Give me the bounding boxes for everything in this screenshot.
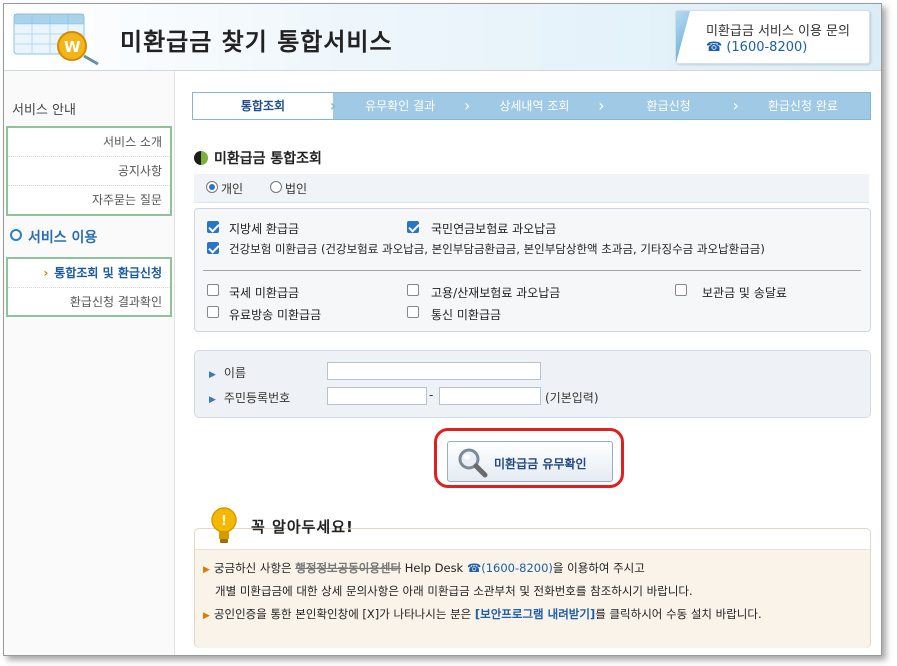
progress-steps: 통합조회 › 유무확인 결과 › 상세내역 조회 › 환급신청 › 환급신청 완료: [192, 92, 871, 120]
notice-line-detail: 개별 미환급금에 대한 상세 문의사항은 아래 미환급금 소관부처 및 전화번호…: [215, 584, 693, 598]
step-existence-result: 유무확인 결과 ›: [333, 93, 470, 119]
checkbox-national-pension[interactable]: [407, 221, 419, 233]
checkbox-deposit-fee-label[interactable]: 보관금 및 송달료: [702, 284, 787, 301]
notice-text: 를 클릭하시어 수동 설치 바랍니다.: [595, 607, 762, 621]
sidebar-section-service-info: 서비스 안내: [12, 103, 76, 118]
step-label: 상세내역 조회: [499, 99, 570, 113]
checkbox-paid-broadcast-label[interactable]: 유료방송 미환급금: [229, 306, 321, 323]
refund-type-checkbox-panel: 지방세 환급금 국민연금보험료 과오납금 건강보험 미환급금 (건강보험료 과오…: [194, 208, 871, 332]
notice-content: ▶ 궁금하신 사항은 행정정보공동이용센터 Help Desk ☎(1600-82…: [195, 549, 870, 648]
checkbox-divider: [203, 270, 861, 271]
spreadsheet-money-logo-icon: W: [13, 13, 99, 66]
rrn-label-text: 주민등록번호: [223, 391, 291, 405]
helpdesk-label: Help Desk: [404, 561, 464, 575]
checkbox-health-insurance-label[interactable]: 건강보험 미환급금 (건강보험료 과오납금, 본인부담금환급금, 본인부담상한액…: [229, 241, 765, 257]
sidebar-item-refund-result[interactable]: 환급신청 결과확인: [8, 288, 170, 316]
triangle-bullet-icon: ▶: [209, 395, 216, 405]
rrn-front-input[interactable]: [327, 387, 427, 405]
notice-text: 공인인증을 통한 본인확인창에 [X]가 나타나시는 분은: [213, 607, 472, 621]
name-label-text: 이름: [223, 366, 247, 380]
name-input[interactable]: [327, 362, 541, 380]
check-refund-button[interactable]: 미환급금 유무확인: [447, 441, 613, 482]
checkbox-deposit-fee[interactable]: [675, 284, 687, 296]
checkbox-national-pension-label[interactable]: 국민연금보험료 과오납금: [431, 220, 556, 237]
section-title-text: 미환급금 통합조회: [214, 151, 322, 167]
step-integrated-inquiry: 통합조회 ›: [193, 93, 336, 119]
notice-text: 궁금하신 사항은: [213, 561, 292, 575]
person-type-radio-group: 개인 법인: [194, 174, 869, 203]
identity-form-panel: ▶ 이름 ▶ 주민등록번호 - (기본입력): [194, 350, 871, 418]
magnifier-icon: [458, 448, 488, 478]
app-window: W 미환급금 찾기 통합서비스 미환급금 서비스 이용 문의 ☎ (1600-8…: [3, 3, 882, 656]
notice-line-security: ▶ 공인인증을 통한 본인확인창에 [X]가 나타나시는 분은 [보안프로그램 내…: [203, 606, 762, 622]
triangle-bullet-icon: ▶: [209, 370, 216, 380]
page-title: 미환급금 찾기 통합서비스: [120, 28, 393, 56]
checkbox-employment-insurance[interactable]: [407, 284, 419, 296]
sidebar-menu-info: 서비스 소개 공지사항 자주묻는 질문: [6, 126, 172, 216]
checkbox-telecom-label[interactable]: 통신 미환급금: [431, 306, 501, 323]
sidebar: 서비스 안내 서비스 소개 공지사항 자주묻는 질문 서비스 이용 › 통합조회 …: [4, 71, 175, 655]
step-detail-inquiry: 상세내역 조회 ›: [467, 93, 604, 119]
checkbox-telecom[interactable]: [407, 306, 419, 318]
checkbox-national-tax[interactable]: [207, 284, 219, 296]
contact-label: 미환급금 서비스 이용 문의: [706, 24, 850, 39]
check-refund-button-label: 미환급금 유무확인: [494, 457, 587, 471]
helpdesk-org-name: 행정정보공동이용센터: [295, 561, 402, 575]
step-label: 통합조회: [240, 99, 286, 113]
phone-icon: ☎: [466, 561, 482, 575]
radio-individual[interactable]: [206, 181, 218, 193]
rrn-dash: -: [429, 388, 434, 402]
radio-individual-label[interactable]: 개인: [221, 180, 243, 197]
svg-text:W: W: [64, 38, 81, 56]
radio-corporation[interactable]: [270, 181, 282, 193]
checkbox-health-insurance[interactable]: [207, 242, 219, 254]
header: W 미환급금 찾기 통합서비스 미환급금 서비스 이용 문의 ☎ (1600-8…: [4, 4, 881, 71]
notice-box: ▶ 궁금하신 사항은 행정정보공동이용센터 Help Desk ☎(1600-82…: [194, 528, 871, 648]
radio-corporation-label[interactable]: 법인: [285, 180, 307, 197]
checkbox-local-tax-label[interactable]: 지방세 환급금: [229, 220, 299, 237]
chevron-right-icon: ›: [43, 266, 49, 280]
sidebar-item-faq[interactable]: 자주묻는 질문: [8, 186, 170, 214]
notice-text: 을 이용하여 주시고: [552, 561, 645, 575]
contact-phone: ☎ (1600-8200): [706, 40, 808, 55]
security-program-download-link[interactable]: [보안프로그램 내려받기]: [475, 607, 595, 621]
step-label: 유무확인 결과: [365, 99, 436, 113]
circle-bullet-icon: [10, 229, 22, 241]
sidebar-section-label: 서비스 이용: [28, 230, 98, 246]
checkbox-national-tax-label[interactable]: 국세 미환급금: [229, 284, 299, 301]
svg-text:!: !: [221, 514, 227, 529]
section-title: 미환급금 통합조회: [194, 148, 322, 168]
notice-line-helpdesk: ▶ 궁금하신 사항은 행정정보공동이용센터 Help Desk ☎(1600-82…: [203, 560, 645, 576]
checkbox-employment-insurance-label[interactable]: 고용/산재보험료 과오납금: [431, 284, 560, 301]
step-label: 환급신청 완료: [767, 99, 838, 113]
rrn-label: ▶ 주민등록번호: [209, 389, 290, 406]
sidebar-section-service-use: 서비스 이용: [10, 227, 97, 247]
rrn-back-input[interactable]: [439, 387, 541, 405]
contact-info-box: 미환급금 서비스 이용 문의 ☎ (1600-8200): [675, 10, 870, 64]
rrn-hint: (기본입력): [545, 391, 599, 405]
checkbox-paid-broadcast[interactable]: [207, 306, 219, 318]
contact-stripe: [676, 11, 690, 63]
checkbox-local-tax[interactable]: [207, 221, 219, 233]
name-label: ▶ 이름: [209, 364, 246, 381]
sidebar-item-notice[interactable]: 공지사항: [8, 157, 170, 186]
triangle-bullet-icon: ▶: [203, 565, 210, 575]
sidebar-item-label: 통합조회 및 환급신청: [54, 266, 162, 280]
half-circle-bullet-icon: [194, 151, 208, 165]
helpdesk-phone: (1600-8200): [481, 561, 553, 575]
step-label: 환급신청: [646, 99, 691, 113]
step-refund-complete: 환급신청 완료: [736, 93, 870, 119]
triangle-bullet-icon: ▶: [203, 611, 210, 621]
sidebar-item-integrated-inquiry[interactable]: › 통합조회 및 환급신청: [8, 259, 170, 288]
notice-title: 꼭 알아두세요!: [251, 518, 354, 536]
sidebar-menu-use: › 통합조회 및 환급신청 환급신청 결과확인: [6, 257, 172, 317]
sidebar-item-service-intro[interactable]: 서비스 소개: [8, 128, 170, 157]
lightbulb-icon: !: [211, 507, 237, 543]
step-refund-apply: 환급신청 ›: [602, 93, 739, 119]
